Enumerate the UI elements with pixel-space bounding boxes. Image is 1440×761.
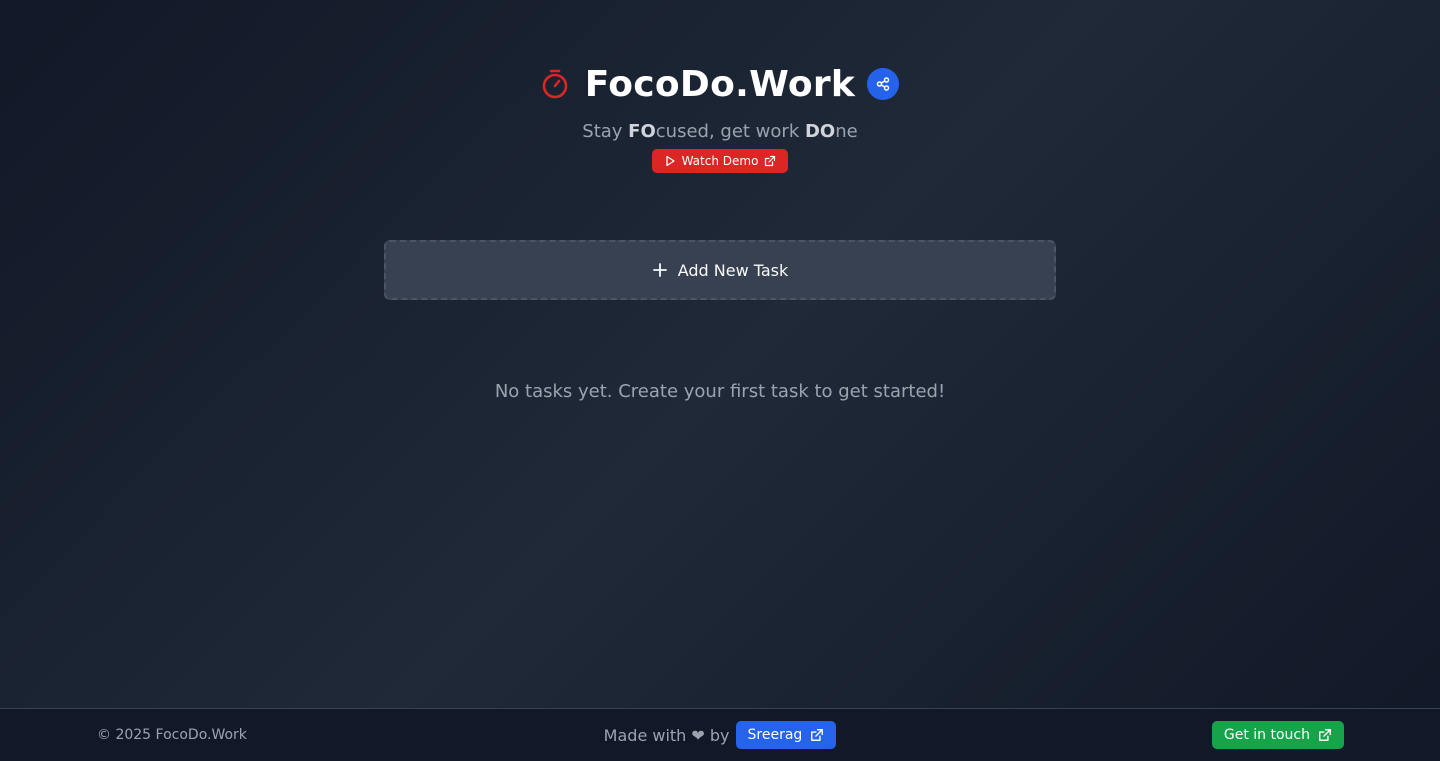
play-icon: [665, 155, 675, 167]
plus-icon: [652, 263, 667, 277]
tagline-part3: ne: [835, 121, 858, 142]
timer-icon: [541, 67, 571, 101]
tagline-part1: Stay: [582, 121, 629, 142]
app-header: FocoDo.Work Stay FOcused, get work DOne …: [0, 62, 1440, 173]
add-new-task-label: Add New Task: [677, 260, 789, 280]
made-with-text: Made with ❤ by: [603, 725, 730, 745]
get-in-touch-button[interactable]: Get in touch: [1211, 721, 1344, 749]
app-title: FocoDo.Work: [584, 63, 856, 105]
share-icon: [876, 77, 890, 91]
external-link-icon: [765, 155, 776, 167]
empty-state-message: No tasks yet. Create your first task to …: [494, 381, 946, 402]
author-label: Sreerag: [747, 727, 803, 743]
tagline-bold1: FO: [628, 121, 656, 142]
title-row: FocoDo.Work: [541, 62, 900, 106]
get-in-touch-label: Get in touch: [1223, 727, 1310, 743]
watch-demo-label: Watch Demo: [681, 154, 759, 168]
tagline-bold2: DO: [804, 121, 836, 142]
add-new-task-button[interactable]: Add New Task: [384, 240, 1056, 300]
watch-demo-button[interactable]: Watch Demo: [651, 149, 789, 173]
external-link-icon: [811, 729, 824, 741]
tagline: Stay FOcused, get work DOne: [582, 120, 857, 144]
share-button[interactable]: [867, 68, 900, 100]
external-link-icon: [1319, 729, 1331, 741]
author-link-button[interactable]: Sreerag: [735, 721, 837, 749]
tagline-part2: cused, get work: [655, 121, 805, 142]
footer: © 2025 FocoDo.Work Made with ❤ by Sreera…: [0, 708, 1440, 761]
